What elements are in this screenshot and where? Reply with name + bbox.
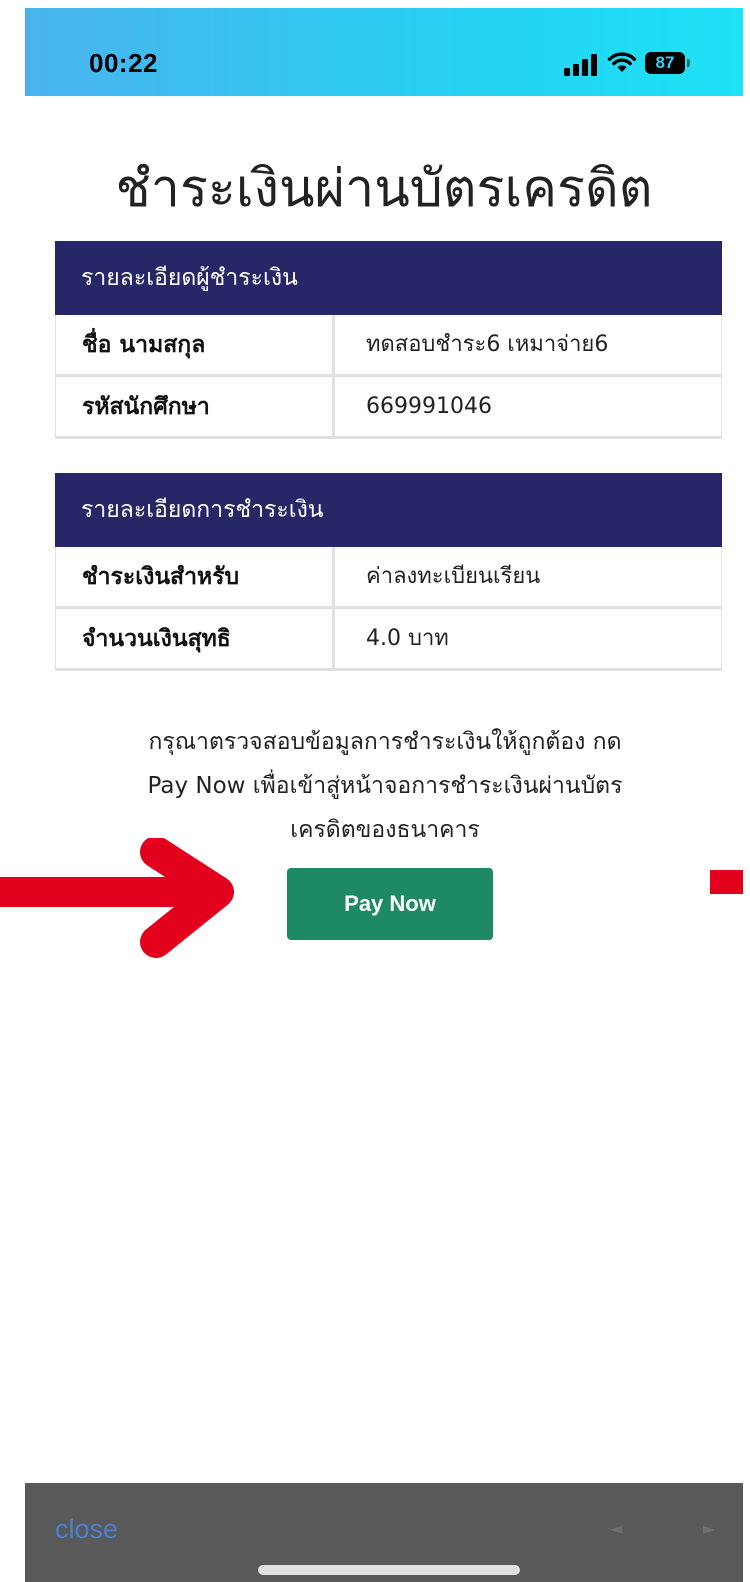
cellular-signal-icon: [564, 54, 600, 76]
instruction-line: Pay Now เพื่อเข้าสู่หน้าจอการชำระเงินผ่า…: [147, 773, 623, 799]
status-bar: 00:22 87: [25, 8, 743, 96]
annotation-arrow: [0, 838, 234, 958]
page-title: ชำระเงินผ่านบัตรเครดิต: [115, 159, 653, 219]
battery-cap: [687, 59, 690, 67]
table-row: ชำระเงินสำหรับ ค่าลงทะเบียนเรียน: [55, 547, 722, 609]
pay-now-button[interactable]: Pay Now: [287, 868, 493, 940]
row-label: จำนวนเงินสุทธิ: [56, 609, 335, 668]
status-time: 00:22: [89, 48, 158, 78]
payment-details-table: รายละเอียดการชำระเงิน ชำระเงินสำหรับ ค่า…: [55, 473, 722, 671]
instruction-line: กรุณาตรวจสอบข้อมูลการชำระเงินให้ถูกต้อง …: [148, 729, 622, 755]
payment-details-header: รายละเอียดการชำระเงิน: [55, 473, 722, 547]
table-row: ชื่อ นามสกุล ทดสอบชำระ6 เหมาจ่าย6: [55, 315, 722, 377]
instruction-text: กรุณาตรวจสอบข้อมูลการชำระเงินให้ถูกต้อง …: [65, 720, 705, 852]
row-value: 4.0 บาท: [366, 626, 449, 651]
row-value: ค่าลงทะเบียนเรียน: [366, 564, 541, 589]
triangle-right-icon[interactable]: ►: [703, 1519, 715, 1538]
home-indicator: [258, 1565, 520, 1575]
close-button[interactable]: close: [55, 1514, 118, 1545]
row-label: ชำระเงินสำหรับ: [56, 547, 335, 606]
payer-details-table: รายละเอียดผู้ชำระเงิน ชื่อ นามสกุล ทดสอบ…: [55, 241, 722, 439]
table-row: จำนวนเงินสุทธิ 4.0 บาท: [55, 609, 722, 671]
wifi-icon: [607, 52, 637, 72]
battery-icon: 87: [645, 52, 685, 74]
triangle-left-icon[interactable]: ◄: [610, 1519, 622, 1538]
annotation-arrow-fragment: [710, 870, 743, 894]
row-label: รหัสนักศึกษา: [56, 377, 335, 436]
row-value: ทดสอบชำระ6 เหมาจ่าย6: [366, 332, 609, 357]
payer-details-header: รายละเอียดผู้ชำระเงิน: [55, 241, 722, 315]
row-label: ชื่อ นามสกุล: [56, 315, 335, 374]
table-row: รหัสนักศึกษา 669991046: [55, 377, 722, 439]
row-value: 669991046: [366, 394, 492, 419]
app-frame: 00:22 87 ชำระเงินผ่านบัตรเครดิต รายละเอี…: [25, 8, 743, 1582]
